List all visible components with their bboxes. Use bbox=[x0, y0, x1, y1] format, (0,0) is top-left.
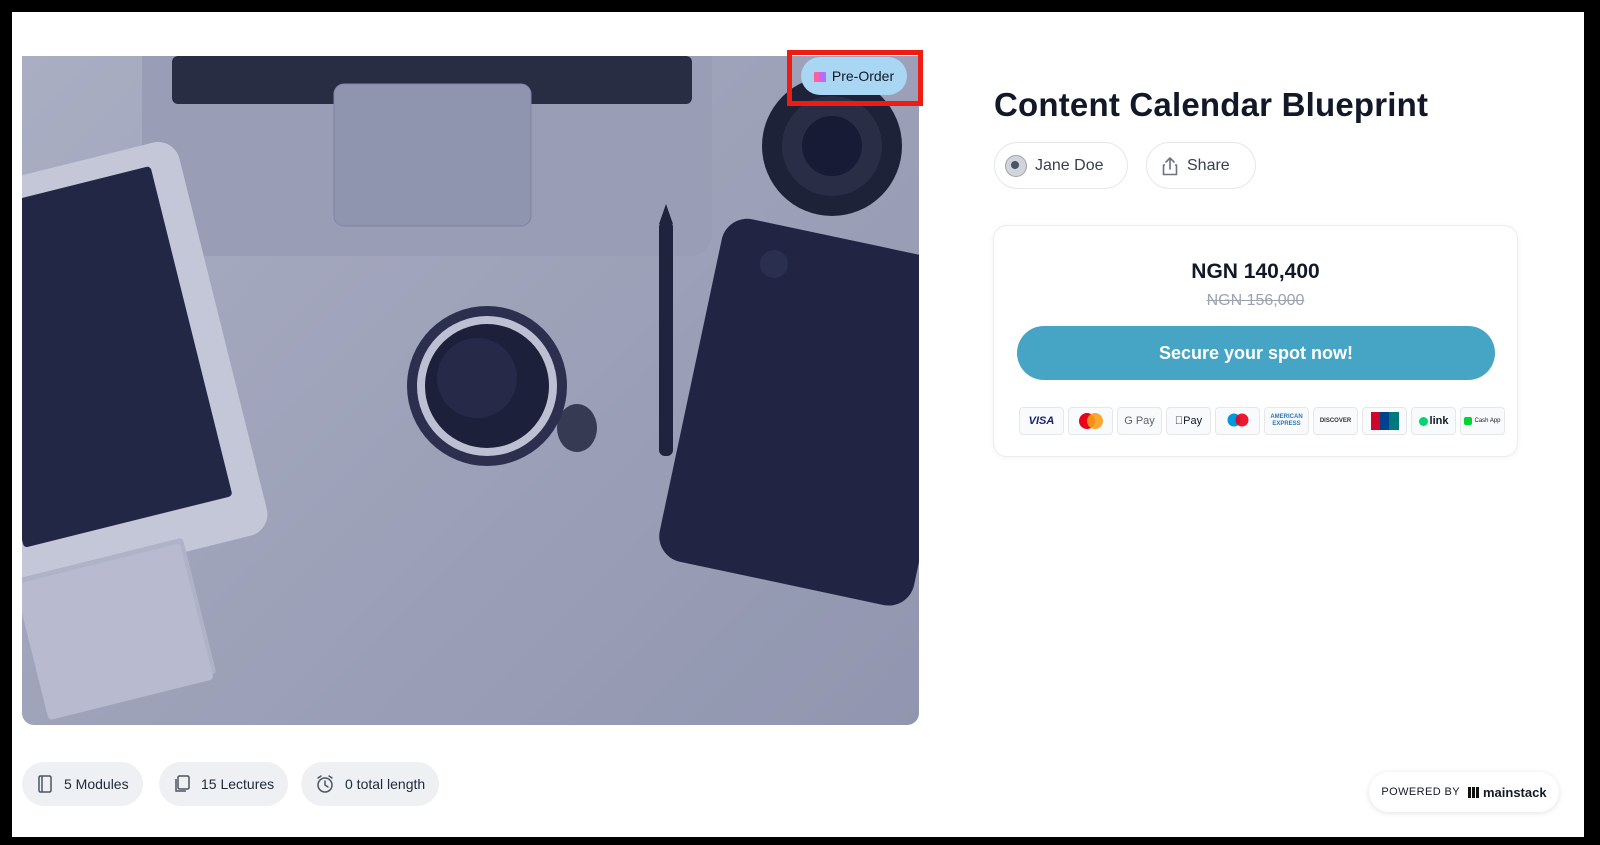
secure-spot-button[interactable]: Secure your spot now! bbox=[1017, 326, 1495, 380]
original-price: NGN 156,000 bbox=[1206, 292, 1305, 309]
checkout-card: NGN 140,400 NGN 156,000 Secure your spot… bbox=[993, 225, 1518, 457]
cash-app-icon: Cash App bbox=[1460, 407, 1505, 435]
pre-order-label: Pre-Order bbox=[831, 68, 895, 84]
share-label: Share bbox=[1187, 156, 1230, 174]
powered-by-badge[interactable]: POWERED BY mainstack bbox=[1369, 772, 1559, 812]
image-overlay bbox=[22, 56, 919, 725]
amex-icon: AMERICAN EXPRESS bbox=[1264, 407, 1309, 435]
share-button[interactable]: Share bbox=[1146, 142, 1256, 189]
apple-pay-icon: Pay bbox=[1166, 407, 1211, 435]
unionpay-icon bbox=[1362, 407, 1407, 435]
discover-icon: DISCOVER bbox=[1313, 407, 1358, 435]
alarm-clock-icon bbox=[317, 775, 333, 793]
total-length: 0 total length bbox=[345, 776, 426, 792]
current-price: NGN 140,400 bbox=[1191, 260, 1320, 283]
avatar bbox=[1005, 154, 1027, 177]
lectures-stat: 15 Lectures bbox=[159, 762, 289, 806]
google-pay-icon: G Pay bbox=[1117, 407, 1162, 435]
share-icon bbox=[1162, 156, 1178, 175]
visa-icon: VISA bbox=[1019, 407, 1064, 435]
link-icon: link bbox=[1411, 407, 1456, 435]
lectures-count: 15 Lectures bbox=[201, 776, 275, 792]
mainstack-logo-icon bbox=[1467, 786, 1480, 798]
modules-stat: 5 Modules bbox=[22, 762, 143, 806]
length-stat: 0 total length bbox=[301, 762, 440, 806]
page-frame: Pre-Order Content Calendar Blueprint Jan… bbox=[12, 12, 1584, 837]
product-cover-image bbox=[22, 56, 919, 725]
maestro-icon bbox=[1215, 407, 1260, 435]
mainstack-brand-name: mainstack bbox=[1482, 784, 1547, 800]
book-icon bbox=[38, 775, 52, 793]
author-chip[interactable]: Jane Doe bbox=[994, 142, 1128, 189]
powered-by-label: POWERED BY bbox=[1381, 786, 1460, 798]
pre-order-badge[interactable]: Pre-Order bbox=[801, 57, 907, 95]
mastercard-icon bbox=[1068, 407, 1113, 435]
payment-methods: VISA G Pay Pay AMERICAN EXPRESS DISCOVE… bbox=[1019, 407, 1505, 435]
modules-count: 5 Modules bbox=[64, 776, 129, 792]
mainstack-logo: mainstack bbox=[1467, 784, 1547, 800]
shopping-bag-icon bbox=[813, 70, 826, 82]
product-title: Content Calendar Blueprint bbox=[994, 86, 1429, 123]
copy-icon bbox=[175, 775, 190, 792]
author-name: Jane Doe bbox=[1035, 156, 1104, 174]
